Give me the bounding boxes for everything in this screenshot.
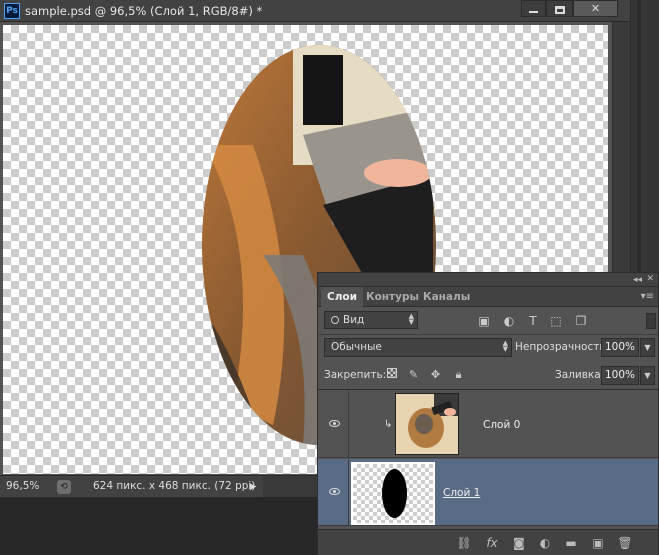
document-title: sample.psd @ 96,5% (Слой 1, RGB/8#) *	[25, 4, 263, 18]
blend-mode-value: Обычные	[331, 341, 382, 353]
visibility-toggle[interactable]	[318, 459, 349, 526]
status-info-icon[interactable]: ⟲	[57, 480, 71, 494]
filter-smart-object-icon[interactable]: ❐	[574, 314, 588, 328]
lock-transparency-icon[interactable]	[385, 368, 398, 381]
layer-thumbnail[interactable]	[395, 393, 459, 455]
layer-name[interactable]: Слой 1	[443, 487, 480, 499]
filter-shape-icon[interactable]: ⬚	[549, 314, 563, 328]
layer-row[interactable]: ↳ Слой 0	[318, 391, 658, 458]
thumbnail-image	[396, 394, 458, 454]
lock-label: Закрепить:	[324, 369, 387, 381]
add-mask-icon[interactable]: ◙	[511, 535, 527, 551]
fill-input[interactable]: 100%	[601, 366, 639, 385]
new-layer-icon[interactable]: ▣	[590, 535, 606, 551]
maximize-button[interactable]	[546, 0, 573, 17]
layers-panel: ◂◂ ✕ Слои Контуры Каналы ▾≡ Вид ▲ ▼ ▣ ◐ T…	[317, 272, 659, 555]
tab-paths[interactable]: Контуры	[360, 287, 425, 307]
filter-adjustment-icon[interactable]: ◐	[502, 314, 516, 328]
opacity-label: Непрозрачность:	[515, 341, 610, 353]
eye-icon	[329, 420, 340, 427]
tab-channels[interactable]: Каналы	[417, 287, 476, 307]
maximize-icon	[554, 5, 565, 14]
close-button[interactable]: ✕	[573, 0, 618, 17]
panel-close-icon[interactable]: ✕	[646, 273, 654, 285]
new-group-folder-icon[interactable]: ▬	[563, 535, 579, 551]
tab-layers[interactable]: Слои	[321, 287, 363, 307]
fill-dropdown-button[interactable]: ▼	[640, 366, 655, 385]
search-icon	[331, 316, 339, 324]
panel-dock-strip	[630, 0, 659, 272]
delete-layer-trash-icon[interactable]: 🗑︎	[617, 535, 633, 551]
updown-arrows-icon: ▲ ▼	[408, 312, 414, 326]
fill-label: Заливка:	[555, 369, 605, 381]
blend-mode-select[interactable]: Обычные ▲ ▼	[324, 338, 512, 357]
dock-divider	[637, 0, 641, 272]
lock-position-icon[interactable]: ✥	[429, 368, 442, 381]
filter-kind-label: Вид	[343, 314, 365, 326]
collapse-panel-icon[interactable]: ◂◂	[633, 274, 642, 286]
status-menu-arrow-icon[interactable]: ▶	[246, 479, 260, 495]
document-info: 624 пикс. x 468 пикс. (72 ppi)	[93, 480, 256, 492]
filter-pixel-icon[interactable]: ▣	[477, 314, 491, 328]
document-titlebar[interactable]: Ps sample.psd @ 96,5% (Слой 1, RGB/8#) *…	[0, 0, 630, 22]
layer-filter-row: Вид ▲ ▼ ▣ ◐ T ⬚ ❐	[318, 307, 658, 335]
panel-footer: ⛓ fx ◙ ◐ ▬ ▣ 🗑︎	[318, 529, 658, 555]
link-layers-icon[interactable]: ⛓	[456, 535, 472, 551]
layers-list: ↳ Слой 0 Слой 1	[318, 391, 658, 529]
clipping-arrow-icon: ↳	[384, 419, 393, 430]
filter-kind-select[interactable]: Вид ▲ ▼	[324, 311, 418, 329]
panel-menu-icon[interactable]: ▾≡	[641, 291, 654, 302]
minimize-button[interactable]	[521, 0, 546, 17]
opacity-input[interactable]: 100%	[601, 338, 639, 357]
minimize-icon	[529, 11, 538, 13]
panel-header[interactable]: ◂◂ ✕	[318, 273, 658, 287]
eye-icon	[329, 488, 340, 495]
adjustment-layer-icon[interactable]: ◐	[537, 535, 553, 551]
filter-toggle-switch[interactable]	[646, 313, 656, 329]
photoshop-logo-icon: Ps	[4, 3, 20, 19]
layer-row[interactable]: Слой 1	[318, 459, 658, 526]
blend-row: Обычные ▲ ▼ Непрозрачность: 100% ▼	[318, 335, 658, 363]
updown-arrows-icon: ▲ ▼	[502, 339, 508, 353]
lock-row: Закрепить: ✎ ✥ 🔒︎ Заливка: 100% ▼	[318, 363, 658, 390]
opacity-dropdown-button[interactable]: ▼	[640, 338, 655, 357]
layer-name[interactable]: Слой 0	[483, 419, 520, 431]
layer-style-fx-icon[interactable]: fx	[484, 535, 500, 551]
zoom-level[interactable]: 96,5%	[6, 480, 46, 492]
filter-type-icon[interactable]: T	[526, 314, 540, 328]
lock-all-icon[interactable]: 🔒︎	[452, 368, 465, 381]
panel-tabs: Слои Контуры Каналы ▾≡	[318, 287, 658, 307]
layer-thumbnail[interactable]	[351, 462, 435, 525]
visibility-toggle[interactable]	[318, 391, 349, 458]
black-oval-shape	[382, 469, 407, 518]
close-icon: ✕	[590, 2, 601, 15]
lock-brush-icon[interactable]: ✎	[407, 368, 420, 381]
